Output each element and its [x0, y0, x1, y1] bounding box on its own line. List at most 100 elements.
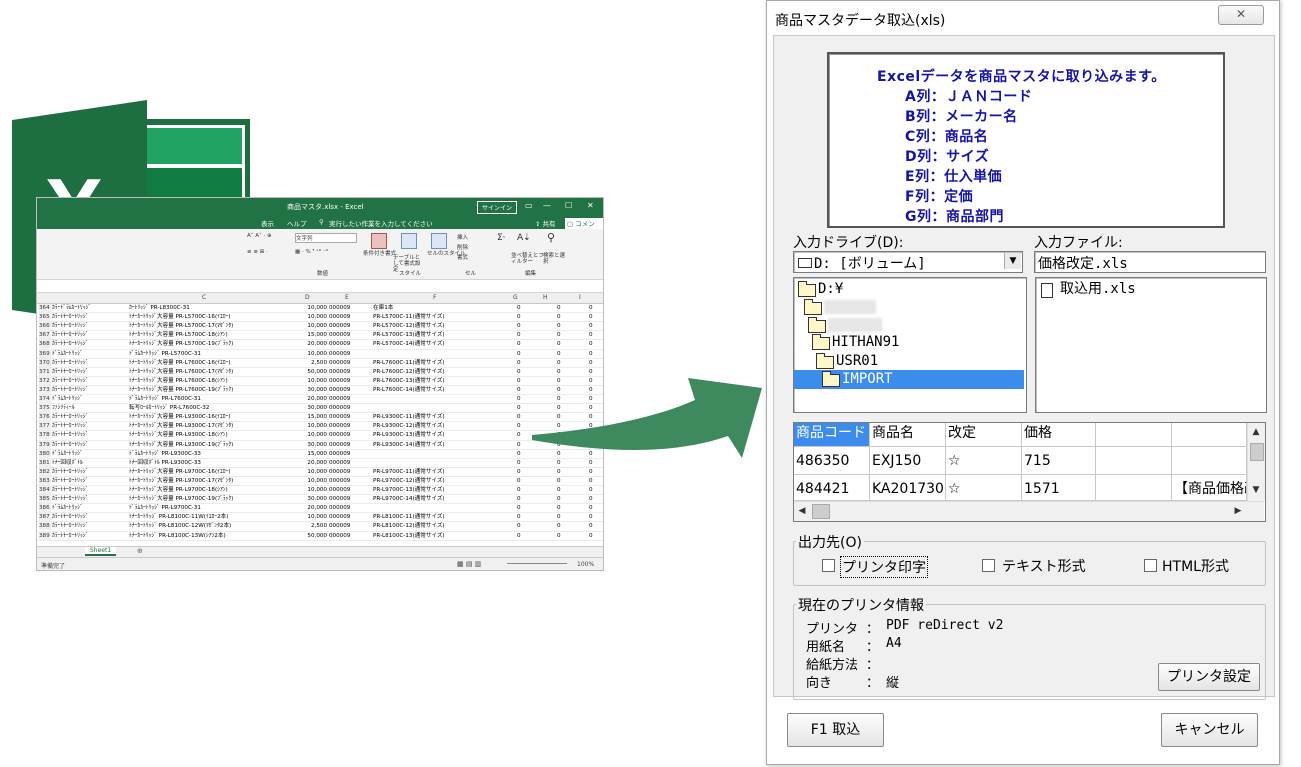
sheet-cell[interactable]: 0 — [589, 304, 593, 312]
sheet-row[interactable]: 383 ｶﾗｰﾄﾅｰｶｰﾄﾘｯｼﾞ ﾄﾅｰｶｰﾄﾘｯｼﾞ大容量 PR-L9700C-… — [37, 476, 603, 487]
sheet-cell[interactable]: PR-L5700C-13(通常サイズ) — [373, 331, 445, 339]
grid-cell[interactable]: 484421 — [794, 475, 870, 501]
sheet-cell[interactable]: PR-L9700C-11(通常サイズ) — [373, 468, 445, 476]
sheet-cell[interactable]: 30,000 — [299, 495, 327, 503]
sort-filter-icon[interactable]: A⇣ — [517, 233, 531, 243]
import-button[interactable]: F1 取込 — [787, 713, 884, 747]
sheet-cell[interactable]: 0 — [557, 477, 561, 485]
column-header[interactable]: C — [202, 294, 206, 301]
sheet-cell[interactable]: 000009 — [329, 340, 350, 348]
sheet-cell[interactable]: 50,000 — [299, 368, 327, 376]
sheet-cell[interactable]: 000009 — [329, 386, 350, 394]
dir-item[interactable]: USR01 — [794, 352, 1024, 371]
sheet-cell[interactable]: 10,000 — [299, 422, 327, 430]
sheet-cell[interactable]: ｶﾗｰﾄﾅｰｶｰﾄﾘｯｼﾞ — [52, 322, 88, 330]
scroll-left-icon[interactable]: ◀ — [794, 506, 810, 516]
sheet-cell[interactable]: 0 — [517, 368, 521, 376]
checkbox-icon[interactable] — [1144, 559, 1157, 572]
sheet-cell[interactable]: ﾄﾞﾗﾑｶｰﾄﾘｯｼﾞ — [52, 504, 83, 512]
row-header[interactable]: 384 — [39, 486, 51, 494]
row-header[interactable]: 387 — [39, 513, 51, 522]
row-header[interactable]: 378 — [39, 431, 51, 440]
row-header[interactable]: 383 — [39, 476, 51, 485]
sheet-cell[interactable]: ﾄﾅｰｶｰﾄﾘｯｼﾞ大容量 PR-L7600C-19(ﾌﾞﾗｯｸ) — [129, 386, 233, 394]
row-header[interactable]: 372 — [39, 376, 51, 385]
sheet-row[interactable]: 380 ﾄﾞﾗﾑｶｰﾄﾘｯｼﾞ ﾄﾞﾗﾑｶｰﾄﾘｯｼﾞ PR-L9300C-33 15… — [37, 449, 603, 459]
delete-button[interactable]: 削除 — [457, 243, 468, 251]
sheet-cell[interactable]: PR-L9700C-12(通常サイズ) — [373, 477, 445, 485]
grid-header[interactable]: 改定 — [946, 423, 1022, 447]
sheet-cell[interactable]: 000009 — [329, 504, 350, 512]
sheet-cell[interactable]: ﾄﾅｰｶｰﾄﾘｯｼﾞ大容量 PR-L5700C-19(ﾌﾞﾗｯｸ) — [129, 340, 233, 348]
sheet-cell[interactable]: 0 — [589, 513, 593, 521]
sheet-cell[interactable]: 10,000 — [299, 477, 327, 485]
conditional-format-label[interactable]: 条件付き書式 — [363, 249, 396, 257]
row-header[interactable]: 381 — [39, 458, 51, 467]
sheet-cell[interactable]: ﾄﾞﾗﾑｶｰﾄﾘｯｼﾞ — [52, 450, 83, 458]
row-header[interactable]: 373 — [39, 385, 51, 394]
sheet-tab[interactable]: Sheet1 — [85, 547, 117, 556]
sheet-row[interactable]: 365 ｶﾗｰﾄﾅｰｶｰﾄﾘｯｼﾞ ﾄﾅｰｶｰﾄﾘｯｼﾞ大容量 PR-L5700C-… — [37, 313, 603, 323]
grid-cell[interactable]: 486350 — [794, 447, 870, 475]
row-header[interactable]: 368 — [39, 340, 51, 349]
sheet-cell[interactable]: 0 — [589, 322, 593, 330]
grid-header[interactable]: 商品コード — [794, 423, 870, 447]
chevron-down-icon[interactable]: ▼ — [1004, 253, 1021, 269]
number-format-dropdown[interactable]: 文字列 — [295, 233, 357, 243]
scroll-up-icon[interactable]: ▲ — [1248, 427, 1264, 437]
row-header[interactable]: 369 — [39, 349, 51, 358]
printer-settings-button[interactable]: プリンタ設定 — [1158, 663, 1260, 691]
zoom-slider[interactable] — [507, 563, 567, 564]
sheet-cell[interactable]: PR-L7600C-11(通常サイズ) — [373, 359, 445, 367]
sheet-cell[interactable]: ﾄﾅｰｶｰﾄﾘｯｼﾞ大容量 PR-L9300C-17(ﾏｾﾞﾝﾀ) — [129, 422, 233, 430]
grid-cell[interactable]: KA201730 — [870, 475, 946, 501]
sheet-cell[interactable]: ﾄﾞﾗﾑｶｰﾄﾘｯｼﾞ PR-L5700C-31 — [129, 350, 201, 358]
sheet-cell[interactable]: 30,000 — [299, 404, 327, 412]
sheet-cell[interactable]: 0 — [589, 522, 593, 530]
row-header[interactable]: 386 — [39, 504, 51, 513]
sheet-cell[interactable]: PR-L5700C-11(通常サイズ) — [373, 313, 445, 321]
sheet-cell[interactable]: 0 — [589, 486, 593, 494]
sheet-cell[interactable]: 000009 — [329, 350, 350, 358]
sheet-cell[interactable]: 20,000 — [299, 459, 327, 467]
sheet-row[interactable]: 372 ｶﾗｰﾄﾅｰｶｰﾄﾘｯｼﾞ ﾄﾅｰｶｰﾄﾘｯｼﾞ大容量 PR-L7600C-… — [37, 376, 603, 386]
sheet-cell[interactable]: 0 — [557, 513, 561, 521]
row-header[interactable]: 389 — [39, 531, 51, 540]
sheet-cell[interactable]: ｶﾗｰﾄﾅｰｶｰﾄﾘｯｼﾞ — [52, 331, 88, 339]
sheet-cell[interactable]: 000009 — [329, 522, 350, 530]
column-header[interactable]: D — [305, 294, 310, 301]
number-format-buttons[interactable]: ▦ · % ❜ ⁺⁰ ⁻⁰ — [295, 249, 328, 255]
sheet-cell[interactable]: 10,000 — [299, 431, 327, 439]
sheet-cell[interactable]: 0 — [557, 522, 561, 530]
row-header[interactable]: 388 — [39, 522, 51, 531]
sheet-cell[interactable]: ﾄﾅｰｶｰﾄﾘｯｼﾞ大容量 PR-L5700C-16(ｲｴﾛｰ) — [129, 313, 231, 321]
sheet-row[interactable]: 376 ｶﾗｰﾄﾅｰｶｰﾄﾘｯｼﾞ ﾄﾅｰｶｰﾄﾘｯｼﾞ大容量 PR-L9300C-… — [37, 413, 603, 423]
sheet-cell[interactable]: 0 — [517, 459, 521, 467]
grid-cell[interactable]: ☆ — [946, 475, 1022, 501]
scroll-thumb[interactable] — [812, 504, 830, 519]
row-header[interactable]: 377 — [39, 422, 51, 431]
sheet-cell[interactable]: 10,000 — [299, 377, 327, 385]
row-header[interactable]: 380 — [39, 449, 51, 458]
file-item[interactable]: 取込用.xls — [1036, 280, 1264, 299]
sheet-cell[interactable]: ﾄﾅｰｶｰﾄﾘｯｼﾞ大容量 PR-L5700C-18(ｼｱﾝ) — [129, 331, 228, 339]
find-select-label[interactable]: 検索と選択 — [543, 253, 569, 265]
sheet-cell[interactable]: 10,000 — [299, 513, 327, 521]
sheet-cell[interactable]: ﾄﾅｰｶｰﾄﾘｯｼﾞ大容量 PR-L9300C-19(ﾌﾞﾗｯｸ) — [129, 441, 233, 449]
sheet-cell[interactable]: 15,000 — [299, 450, 327, 458]
sheet-cell[interactable]: 000009 — [329, 431, 350, 439]
sheet-cell[interactable]: 000009 — [329, 413, 350, 421]
sheet-cell[interactable]: PR-L8100C-13(通常サイズ) — [373, 532, 445, 540]
sheet-cell[interactable]: PR-L5700C-12(通常サイズ) — [373, 322, 445, 330]
grid-header[interactable]: 価格 — [1022, 423, 1096, 447]
sheet-cell[interactable]: 000009 — [329, 377, 350, 385]
sheet-cell[interactable]: 20,000 — [299, 340, 327, 348]
sheet-cell[interactable]: ｶﾗｰﾄﾅｰｶｰﾄﾘｯｼﾞ — [52, 495, 88, 503]
sheet-cell[interactable]: 0 — [517, 522, 521, 530]
sheet-cell[interactable]: 15,000 — [299, 413, 327, 421]
sheet-cell[interactable]: ﾄﾅｰｶｰﾄﾘｯｼﾞ PR-L8100C-13W(ｼｱﾝ2本) — [129, 532, 226, 540]
sheet-cell[interactable]: ﾄﾅｰｶｰﾄﾘｯｼﾞ大容量 PR-L7600C-16(ｲｴﾛｰ) — [129, 359, 231, 367]
sheet-cell[interactable]: PR-L8100C-11(通常サイズ) — [373, 513, 445, 521]
row-header[interactable]: 379 — [39, 440, 51, 449]
grid-cell[interactable]: EXJ150 — [870, 447, 946, 475]
